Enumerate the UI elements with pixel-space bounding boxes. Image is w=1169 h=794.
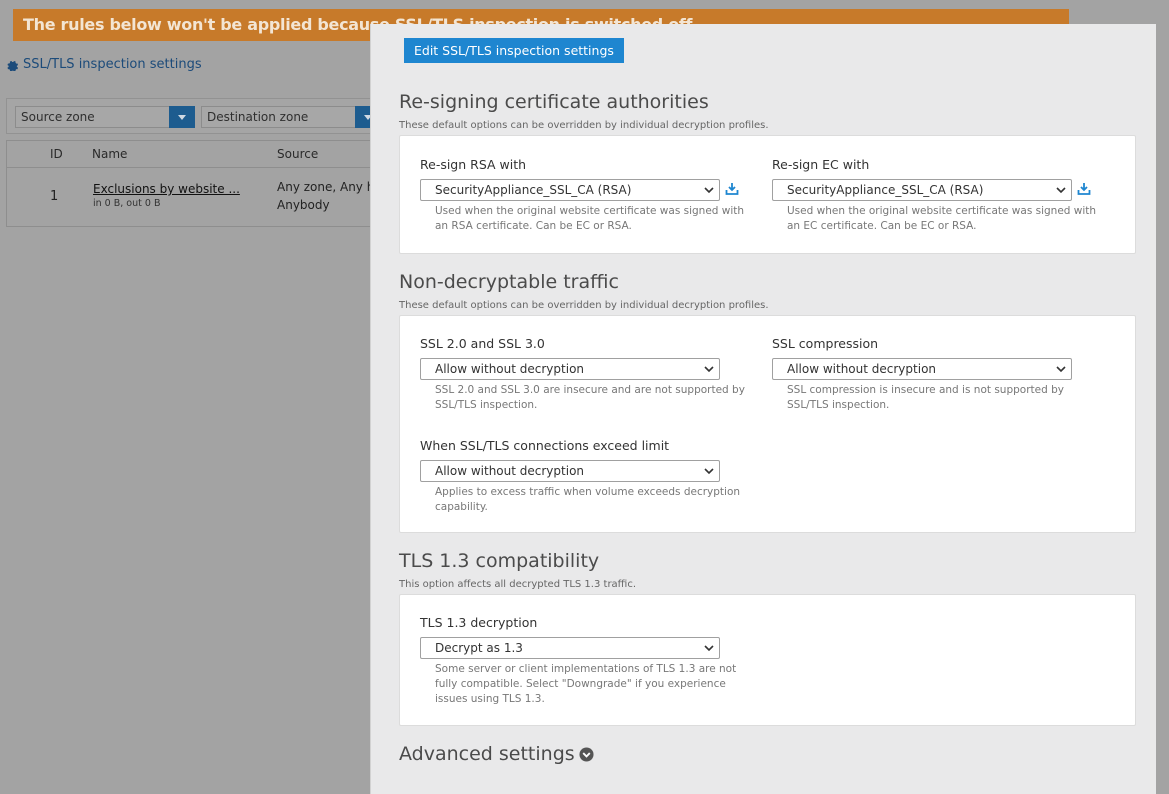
resign-ec-field: Re-sign EC with SecurityAppliance_SSL_CA… [772,157,1107,234]
chevron-down-icon [169,106,195,128]
conn-limit-dropdown[interactable]: Allow without decryption [420,460,720,482]
gear-icon [7,60,18,71]
resign-section-subtitle: These default options can be overridden … [399,120,769,131]
source-zone-filter-label: Source zone [21,110,95,124]
tls13-decryption-field: TLS 1.3 decryption Decrypt as 1.3 Some s… [420,615,760,707]
conn-limit-value: Allow without decryption [435,464,585,478]
ssl-legacy-help: SSL 2.0 and SSL 3.0 are insecure and are… [435,384,745,411]
chevron-down-icon [704,366,714,373]
chevron-down-icon [1056,366,1066,373]
resign-ec-label: Re-sign EC with [772,157,870,172]
resign-card: Re-sign RSA with SecurityAppliance_SSL_C… [399,135,1136,254]
resign-rsa-field: Re-sign RSA with SecurityAppliance_SSL_C… [420,157,755,234]
resign-section-title: Re-signing certificate authorities [399,91,709,113]
advanced-settings-label: Advanced settings [399,743,575,765]
tls13-section-subtitle: This option affects all decrypted TLS 1.… [399,579,637,590]
chevron-down-icon [704,645,714,652]
tls13-decryption-value: Decrypt as 1.3 [435,641,523,655]
ssl-settings-panel: Edit SSL/TLS inspection settings Re-sign… [370,24,1156,794]
resign-ec-dropdown[interactable]: SecurityAppliance_SSL_CA (RSA) [772,179,1072,201]
tls13-decryption-label: TLS 1.3 decryption [420,615,538,630]
ssl-compression-value: Allow without decryption [787,362,937,376]
ssl-settings-link[interactable]: SSL/TLS inspection settings [6,57,202,72]
rule-source-zone: Any zone, Any h [277,180,375,194]
resign-ec-value: SecurityAppliance_SSL_CA (RSA) [787,183,984,197]
resign-rsa-help: Used when the original website certifica… [435,205,745,232]
chevron-down-icon [704,468,714,475]
ssl-compression-label: SSL compression [772,336,879,351]
resign-rsa-dropdown[interactable]: SecurityAppliance_SSL_CA (RSA) [420,179,720,201]
tls13-decryption-help: Some server or client implementations of… [435,663,737,705]
ssl-settings-link-label: SSL/TLS inspection settings [23,57,202,72]
advanced-settings-toggle[interactable]: Advanced settings [399,743,594,765]
download-icon[interactable] [1077,182,1091,196]
nondecrypt-card: SSL 2.0 and SSL 3.0 Allow without decryp… [399,315,1136,533]
rule-source-user: Anybody [277,198,330,212]
table-header: ID Name Source [7,141,375,168]
destination-zone-filter[interactable]: Destination zone [201,106,381,128]
rule-traffic: in 0 B, out 0 B [93,198,161,209]
ssl-legacy-label: SSL 2.0 and SSL 3.0 [420,336,545,351]
ssl-legacy-field: SSL 2.0 and SSL 3.0 Allow without decryp… [420,336,745,413]
tls13-decryption-dropdown[interactable]: Decrypt as 1.3 [420,637,720,659]
column-header-id: ID [50,147,63,161]
resign-ec-help: Used when the original website certifica… [787,205,1097,232]
expand-circle-icon [579,746,594,762]
ssl-compression-field: SSL compression Allow without decryption… [772,336,1107,413]
nondecrypt-section-title: Non-decryptable traffic [399,271,619,293]
rule-name-link[interactable]: Exclusions by website ... [93,182,240,196]
download-icon[interactable] [725,182,739,196]
tls13-section-title: TLS 1.3 compatibility [399,550,600,572]
table-row[interactable]: 1 Exclusions by website ... in 0 B, out … [7,168,375,226]
tls13-card: TLS 1.3 decryption Decrypt as 1.3 Some s… [399,594,1136,726]
column-header-source: Source [277,147,319,161]
resign-rsa-value: SecurityAppliance_SSL_CA (RSA) [435,183,632,197]
source-zone-filter[interactable]: Source zone [15,106,195,128]
resign-rsa-label: Re-sign RSA with [420,157,527,172]
chevron-down-icon [1056,187,1066,194]
destination-zone-filter-label: Destination zone [207,110,309,124]
ssl-compression-help: SSL compression is insecure and is not s… [787,384,1064,411]
conn-limit-label: When SSL/TLS connections exceed limit [420,438,670,453]
conn-limit-field: When SSL/TLS connections exceed limit Al… [420,438,745,515]
conn-limit-help: Applies to excess traffic when volume ex… [435,486,741,513]
edit-ssl-settings-button[interactable]: Edit SSL/TLS inspection settings [404,38,624,63]
ssl-legacy-value: Allow without decryption [435,362,585,376]
ssl-compression-dropdown[interactable]: Allow without decryption [772,358,1072,380]
column-header-name: Name [92,147,128,161]
rule-id: 1 [50,189,59,204]
nondecrypt-section-subtitle: These default options can be overridden … [399,300,769,311]
chevron-down-icon [704,187,714,194]
rules-table: ID Name Source 1 Exclusions by website .… [6,140,376,227]
ssl-legacy-dropdown[interactable]: Allow without decryption [420,358,720,380]
